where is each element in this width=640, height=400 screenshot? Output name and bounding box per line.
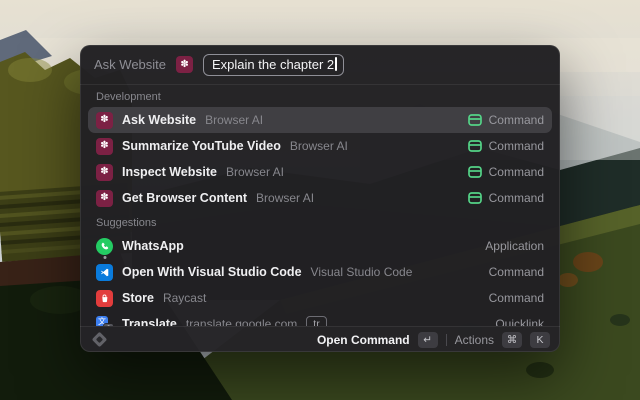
result-title: Open With Visual Studio Code (122, 265, 302, 279)
search-header: Ask Website ✽ Explain the chapter 2 (80, 45, 560, 85)
cmd-keycap: ⌘ (502, 331, 522, 348)
vscode-icon (96, 263, 113, 281)
result-type: Command (488, 265, 544, 279)
result-row-translate[interactable]: 文 a Translate translate.google.com tr Quickl… (88, 311, 552, 326)
result-row-whatsapp[interactable]: WhatsApp Application (88, 233, 552, 259)
result-row-open-with-visual-studio-code[interactable]: Open With Visual Studio Code Visual Studi… (88, 259, 552, 285)
google-translate-secondary-glyph: a (104, 323, 113, 326)
results-list[interactable]: Development ✽ Ask Website Browser AI Comman… (80, 85, 560, 326)
result-type: Command (488, 113, 544, 127)
search-input-value: Explain the chapter 2 (212, 56, 335, 72)
result-title: Store (122, 291, 154, 305)
result-subtitle: Browser AI (225, 165, 284, 179)
result-type: Command (488, 165, 544, 179)
result-subtitle: Browser AI (205, 113, 264, 127)
dev-command-icon (467, 114, 482, 126)
text-caret (335, 57, 338, 71)
whatsapp-icon (96, 237, 113, 259)
result-row-store[interactable]: Store Raycast Command (88, 285, 552, 311)
result-subtitle: Visual Studio Code (310, 265, 413, 279)
search-input[interactable]: Explain the chapter 2 (203, 53, 345, 76)
quicklink-tag: tr (306, 316, 327, 326)
result-type: Command (488, 139, 544, 153)
footer-bar: Open Command ↵ Actions ⌘ K (80, 326, 560, 352)
result-title: Get Browser Content (122, 191, 248, 205)
footer-divider (445, 333, 447, 346)
result-row-ask-website[interactable]: ✽ Ask Website Browser AI Command (88, 107, 552, 133)
result-title: Summarize YouTube Video (122, 139, 281, 153)
actions-label[interactable]: Actions (455, 333, 494, 347)
dev-command-icon (467, 192, 482, 204)
section-header-suggestions: Suggestions (96, 217, 157, 229)
result-type: Quicklink (495, 317, 544, 326)
raycast-logo-icon (91, 331, 108, 348)
result-title: Translate (122, 317, 177, 326)
browser-ai-icon: ✽ (96, 111, 113, 129)
result-type: Application (485, 239, 544, 253)
raycast-store-icon (96, 289, 113, 307)
section-header-development: Development (96, 91, 161, 103)
result-row-summarize-youtube-video[interactable]: ✽ Summarize YouTube Video Browser AI Comma… (88, 133, 552, 159)
raycast-window: Ask Website ✽ Explain the chapter 2 Deve… (80, 45, 560, 352)
result-title: Inspect Website (122, 165, 217, 179)
result-title: Ask Website (122, 113, 197, 127)
browser-ai-icon: ✽ (96, 137, 113, 155)
google-translate-icon: 文 a (96, 315, 113, 326)
result-title: WhatsApp (122, 239, 184, 253)
return-keycap: ↵ (417, 331, 438, 348)
result-type: Command (488, 191, 544, 205)
result-subtitle: Raycast (162, 291, 207, 305)
result-subtitle: Browser AI (289, 139, 348, 153)
dev-command-icon (467, 166, 482, 178)
k-keycap: K (530, 331, 550, 348)
dev-command-icon (467, 140, 482, 152)
browser-ai-icon: ✽ (176, 56, 194, 73)
command-context-label: Ask Website (94, 57, 167, 72)
result-row-inspect-website[interactable]: ✽ Inspect Website Browser AI Command (88, 159, 552, 185)
browser-ai-icon: ✽ (96, 189, 113, 207)
result-row-get-browser-content[interactable]: ✽ Get Browser Content Browser AI Command (88, 185, 552, 211)
browser-ai-icon: ✽ (96, 163, 113, 181)
running-indicator-dot (103, 255, 106, 259)
result-subtitle: Browser AI (256, 191, 315, 205)
result-subtitle: translate.google.com (185, 317, 298, 326)
result-type: Command (488, 291, 544, 305)
open-command-label[interactable]: Open Command (317, 333, 410, 347)
